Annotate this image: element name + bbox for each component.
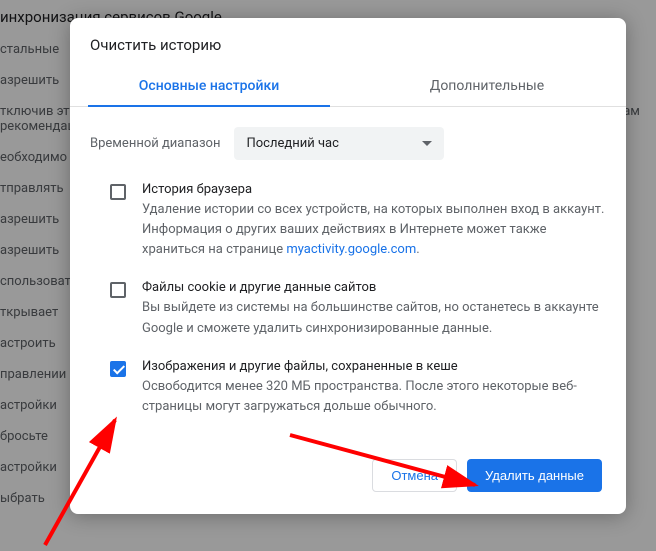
dialog-tabs: Основные настройки Дополнительные: [70, 68, 626, 107]
tab-basic[interactable]: Основные настройки: [70, 68, 348, 106]
time-range-label: Временной диапазон: [90, 136, 220, 151]
option-desc: Вы выйдете из системы на большинстве сай…: [142, 298, 606, 338]
time-range-value: Последний час: [246, 136, 338, 151]
time-range-select[interactable]: Последний час: [234, 127, 444, 160]
dialog-footer: Отмена Удалить данные: [70, 423, 626, 498]
checkbox-history[interactable]: [110, 184, 126, 200]
clear-browsing-data-dialog: Очистить историю Основные настройки Допо…: [70, 18, 626, 514]
chevron-down-icon: [422, 141, 432, 146]
option-title: Изображения и другие файлы, сохраненные …: [142, 359, 606, 374]
tab-advanced[interactable]: Дополнительные: [348, 68, 626, 106]
checkbox-cookies[interactable]: [110, 282, 126, 298]
myactivity-link[interactable]: myactivity.google.com: [286, 242, 416, 257]
time-range-row: Временной диапазон Последний час: [70, 107, 626, 168]
option-cache: Изображения и другие файлы, сохраненные …: [70, 345, 626, 423]
dialog-title: Очистить историю: [70, 18, 626, 68]
option-title: История браузера: [142, 182, 606, 197]
option-title: Файлы cookie и другие данные сайтов: [142, 280, 606, 295]
checkbox-cache[interactable]: [110, 361, 126, 377]
option-desc: Освободится менее 320 МБ пространства. П…: [142, 377, 606, 417]
cancel-button[interactable]: Отмена: [372, 459, 457, 492]
option-history: История браузера Удаление истории со все…: [70, 168, 626, 266]
clear-data-button[interactable]: Удалить данные: [467, 459, 602, 492]
option-desc: Удаление истории со всех устройств, на к…: [142, 200, 606, 260]
option-cookies: Файлы cookie и другие данные сайтов Вы в…: [70, 266, 626, 344]
